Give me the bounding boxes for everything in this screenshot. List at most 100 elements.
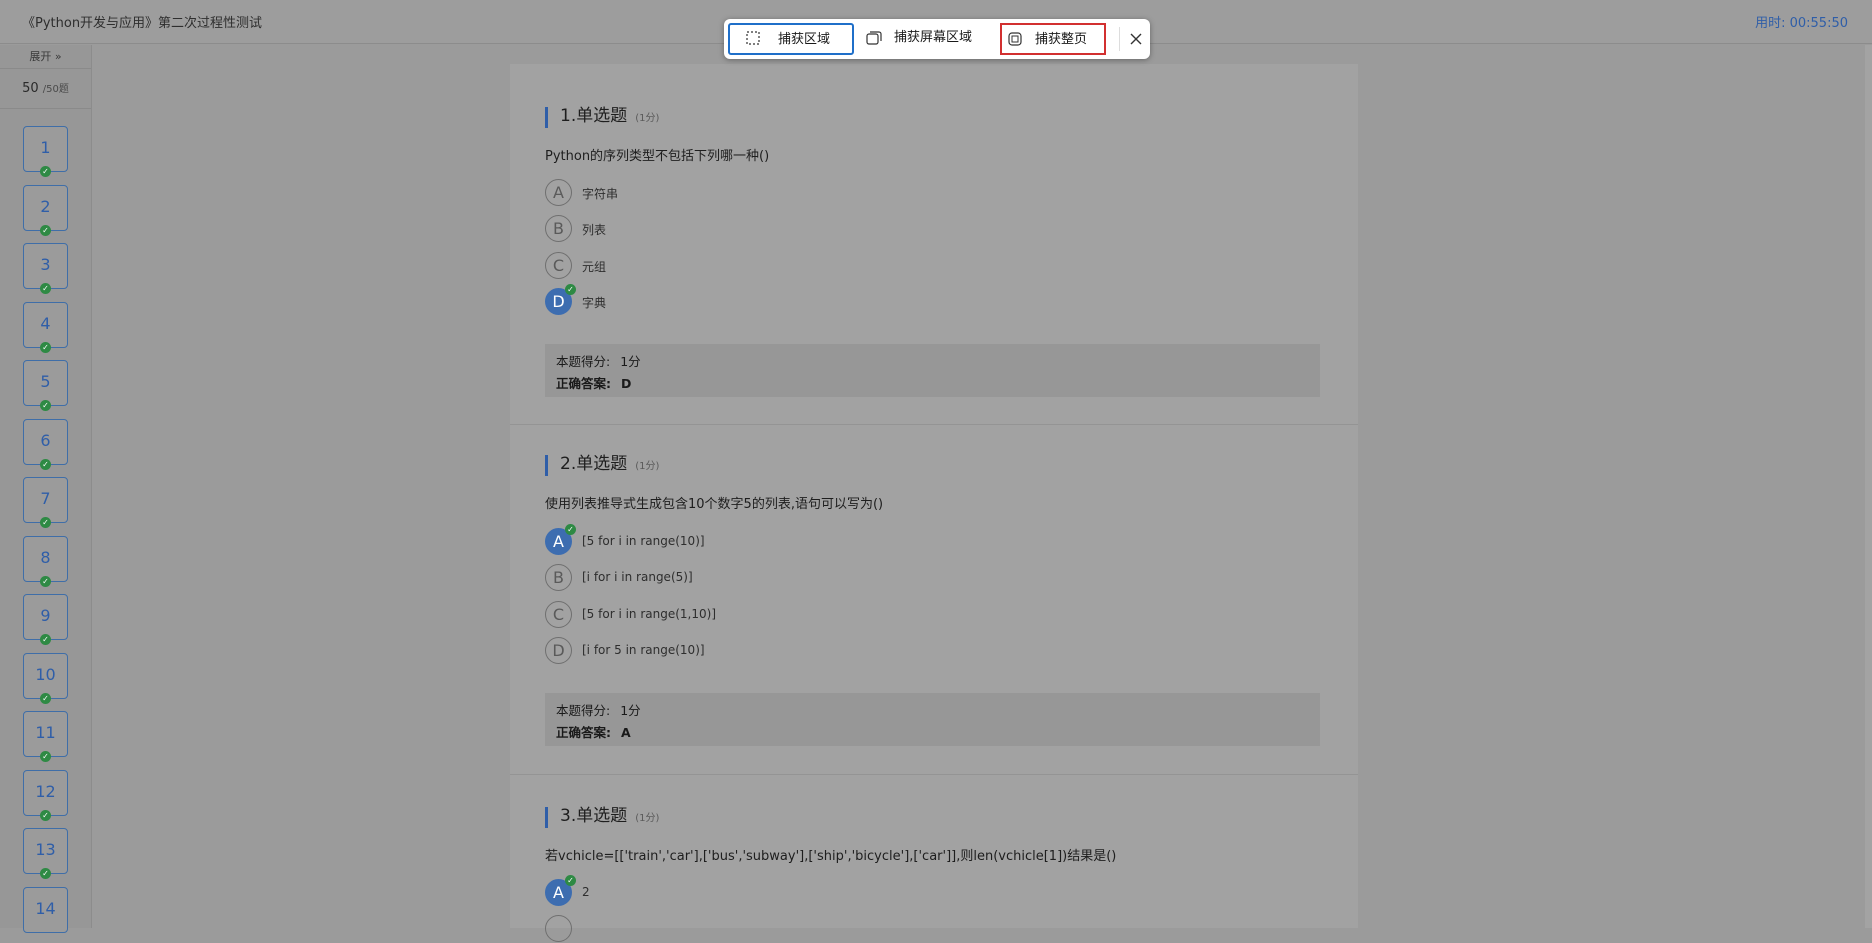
question-block: 2.单选题 (1分) 使用列表推导式生成包含10个数字5的列表,语句可以写为() … bbox=[510, 425, 1358, 775]
option-letter-selected: A ✓ bbox=[545, 875, 576, 906]
option-text: 列表 bbox=[582, 223, 607, 237]
question-heading: 3.单选题 (1分) bbox=[545, 807, 659, 828]
question-nav-button[interactable]: 7 ✓ bbox=[23, 477, 68, 528]
question-nav-number: 3 bbox=[40, 255, 51, 274]
correct-answer-row: 正确答案: D bbox=[556, 373, 631, 392]
question-nav-button[interactable]: 12 ✓ bbox=[23, 769, 68, 821]
correct-answer-label: 正确答案: bbox=[556, 376, 611, 391]
screen-region-icon bbox=[866, 31, 882, 45]
option-text: 2 bbox=[582, 885, 590, 899]
option-letter-selected: D ✓ bbox=[545, 284, 576, 315]
score-label: 本题得分: bbox=[556, 703, 611, 718]
question-nav-button[interactable]: 6 ✓ bbox=[23, 418, 68, 470]
question-type: 1.单选题 bbox=[560, 106, 628, 126]
question-nav-button[interactable]: 8 ✓ bbox=[23, 535, 68, 587]
answered-count: 50 /50题 bbox=[0, 69, 91, 109]
option-letter-text: A bbox=[553, 883, 564, 902]
question-nav-button[interactable]: 5 ✓ bbox=[23, 360, 68, 411]
score-row: 本题得分: 1分 bbox=[556, 351, 641, 370]
answered-count-value: 50 bbox=[22, 81, 39, 96]
capture-full-page-label: 捕获整页 bbox=[1035, 32, 1088, 47]
option-text: 元组 bbox=[582, 260, 607, 274]
close-toolbar-button[interactable] bbox=[1119, 27, 1143, 51]
check-icon: ✓ bbox=[40, 400, 51, 411]
option-letter: D bbox=[545, 637, 572, 664]
answered-count-total: /50题 bbox=[42, 84, 69, 95]
option-letter: C bbox=[545, 601, 572, 628]
question-nav-number: 9 bbox=[40, 606, 51, 625]
question-nav-button[interactable]: 1 ✓ bbox=[23, 126, 68, 177]
option-letter-partial bbox=[545, 915, 572, 942]
check-icon: ✓ bbox=[565, 284, 576, 295]
capture-region-label: 捕获区域 bbox=[778, 32, 831, 47]
question-nav-number: 5 bbox=[40, 372, 51, 391]
full-page-icon bbox=[1008, 32, 1022, 46]
option-text: 字典 bbox=[582, 296, 607, 310]
question-nav-button[interactable]: 3 ✓ bbox=[23, 243, 68, 294]
question-points: (1分) bbox=[635, 461, 660, 472]
check-icon: ✓ bbox=[40, 692, 51, 704]
capture-toolbar: 捕获区域 捕获屏幕区域 捕获整页 bbox=[724, 19, 1150, 59]
option-letter: A bbox=[545, 179, 572, 206]
question-nav-number: 12 bbox=[35, 781, 56, 801]
question-nav-button[interactable]: 13 ✓ bbox=[23, 828, 68, 879]
correct-answer-row: 正确答案: A bbox=[556, 722, 631, 741]
check-icon: ✓ bbox=[40, 809, 51, 821]
question-nav: 1 ✓ 2 ✓ 3 ✓ 4 ✓ 5 ✓ 6 ✓ 7 ✓ 8 ✓ 9 ✓ 10 ✓ 11 ✓ 12 ✓ 1… bbox=[0, 109, 91, 933]
question-nav-number: 8 bbox=[40, 547, 51, 567]
question-nav-button[interactable]: 4 ✓ bbox=[23, 301, 68, 353]
option-letter: B bbox=[545, 215, 572, 242]
question-nav-button[interactable]: 11 ✓ bbox=[23, 711, 68, 762]
question-nav-number: 14 bbox=[35, 898, 56, 918]
check-icon: ✓ bbox=[40, 517, 51, 528]
capture-full-page-button[interactable]: 捕获整页 bbox=[1000, 23, 1106, 55]
option-letter-text: D bbox=[552, 292, 565, 311]
question-type: 3.单选题 bbox=[560, 806, 628, 826]
question-text: 使用列表推导式生成包含10个数字5的列表,语句可以写为() bbox=[545, 497, 884, 512]
option-letter: B bbox=[545, 564, 572, 591]
capture-region-button[interactable]: 捕获区域 bbox=[728, 23, 854, 55]
question-points: (1分) bbox=[635, 113, 660, 124]
check-icon: ✓ bbox=[40, 458, 51, 470]
check-icon: ✓ bbox=[565, 875, 576, 886]
question-type: 2.单选题 bbox=[560, 454, 628, 474]
option-text: [i for 5 in range(10)] bbox=[582, 643, 705, 657]
option-letter: C bbox=[545, 252, 572, 279]
option-text: 字符串 bbox=[582, 187, 619, 201]
expand-button[interactable]: 展开 » bbox=[0, 45, 91, 69]
close-icon bbox=[1130, 33, 1142, 45]
score-row: 本题得分: 1分 bbox=[556, 700, 641, 719]
answer-panel: 本题得分: 1分 正确答案: A bbox=[545, 693, 1320, 746]
capture-screen-region-button[interactable]: 捕获屏幕区域 bbox=[864, 23, 986, 55]
question-text: Python的序列类型不包括下列哪一种() bbox=[545, 149, 770, 164]
option-letter-selected: A ✓ bbox=[545, 524, 576, 555]
option-text: [5 for i in range(10)] bbox=[582, 534, 705, 548]
question-heading: 1.单选题 (1分) bbox=[545, 107, 659, 128]
question-nav-number: 13 bbox=[35, 840, 56, 859]
exam-title: 《Python开发与应用》第二次过程性测试 bbox=[22, 16, 263, 31]
question-card: 1.单选题 (1分) Python的序列类型不包括下列哪一种() A 字符串 B 列表… bbox=[510, 64, 1358, 942]
question-block: 1.单选题 (1分) Python的序列类型不包括下列哪一种() A 字符串 B 列表… bbox=[510, 64, 1358, 425]
score-value: 1分 bbox=[620, 354, 641, 369]
question-block: 3.单选题 (1分) 若vchicle=[['train','car'],['bu… bbox=[510, 775, 1358, 942]
check-icon: ✓ bbox=[40, 224, 51, 236]
question-heading: 2.单选题 (1分) bbox=[545, 455, 659, 476]
check-icon: ✓ bbox=[40, 868, 51, 879]
question-nav-number: 1 bbox=[40, 138, 51, 157]
check-icon: ✓ bbox=[40, 341, 51, 353]
check-icon: ✓ bbox=[565, 524, 576, 535]
check-icon: ✓ bbox=[40, 166, 51, 177]
page-scrollbar[interactable] bbox=[1865, 45, 1872, 928]
correct-answer-value: D bbox=[621, 376, 632, 391]
check-icon: ✓ bbox=[40, 283, 51, 294]
correct-answer-label: 正确答案: bbox=[556, 725, 611, 740]
question-nav-button[interactable]: 9 ✓ bbox=[23, 594, 68, 645]
question-nav-button[interactable]: 14 bbox=[23, 886, 68, 933]
question-nav-button[interactable]: 2 ✓ bbox=[23, 184, 68, 236]
question-nav-number: 7 bbox=[40, 489, 51, 508]
option-letter-text: A bbox=[553, 532, 564, 551]
question-nav-button[interactable]: 10 ✓ bbox=[23, 652, 68, 704]
option-text: [i for i in range(5)] bbox=[582, 570, 693, 584]
score-value: 1分 bbox=[620, 703, 641, 718]
question-points: (1分) bbox=[635, 813, 660, 824]
